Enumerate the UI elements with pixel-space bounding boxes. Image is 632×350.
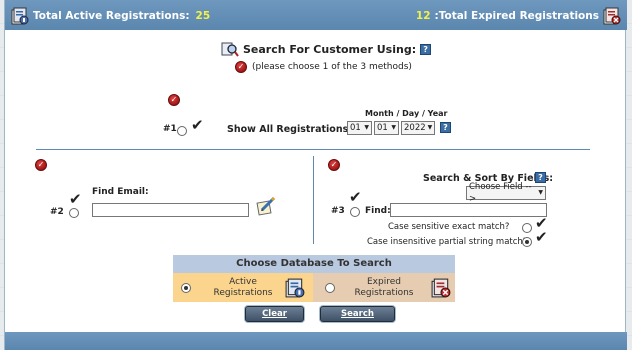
- method1-number: #1: [163, 124, 177, 134]
- method3-number: #3: [331, 206, 345, 216]
- year-value: 2022: [404, 123, 426, 133]
- month-select[interactable]: 01 ▼: [347, 121, 372, 135]
- method1-radio[interactable]: [177, 126, 187, 136]
- expired-registrations-summary: 12 :Total Expired Registrations: [416, 7, 621, 25]
- registrations-icon: [285, 278, 305, 298]
- checkmark-icon: ✔: [349, 188, 362, 206]
- active-registrations-count: 25: [195, 10, 211, 22]
- main-panel: Total Active Registrations: 25 12 :Total…: [4, 0, 627, 350]
- pen-paper-icon: [256, 196, 276, 216]
- help-icon[interactable]: ?: [440, 122, 451, 133]
- expired-registrations-count: 12: [415, 10, 431, 22]
- day-value: 01: [377, 123, 388, 133]
- month-value: 01: [350, 123, 361, 133]
- check-badge-icon: ✓: [35, 159, 47, 171]
- search-title: Search For Customer Using:: [243, 42, 417, 56]
- expired-registrations-icon: [603, 7, 621, 25]
- footer-bar: [5, 332, 627, 350]
- check-badge-icon: ✓: [168, 94, 180, 106]
- partial-match-label: Case insensitive partial string match?: [367, 237, 528, 247]
- field-select-value: Choose Field -->: [469, 182, 532, 204]
- registrations-icon: [11, 7, 29, 25]
- help-icon[interactable]: ?: [420, 43, 432, 55]
- database-active-line2: Registrations: [213, 288, 273, 298]
- checkmark-icon: ✔: [535, 228, 548, 246]
- check-badge-icon: ✓: [235, 61, 247, 73]
- chevron-down-icon: ▼: [427, 124, 433, 131]
- email-field[interactable]: [92, 203, 249, 217]
- search-icon: [221, 41, 239, 57]
- find-field[interactable]: [390, 203, 547, 217]
- partial-match-radio[interactable]: [522, 237, 532, 247]
- database-expired-option[interactable]: Expired Registrations: [313, 273, 455, 302]
- checkmark-icon: ✔: [191, 116, 204, 134]
- search-subtitle-row: ✓ (please choose 1 of the 3 methods): [235, 61, 412, 73]
- field-select[interactable]: Choose Field --> ▼: [466, 182, 546, 204]
- database-expired-line2: Registrations: [354, 288, 414, 298]
- chevron-down-icon: ▼: [391, 124, 396, 131]
- chevron-down-icon: ▼: [364, 124, 369, 131]
- checkmark-icon: ✔: [69, 190, 82, 208]
- vertical-divider: [313, 156, 314, 244]
- search-database-button[interactable]: Search Database: [320, 306, 395, 333]
- search-title-row: Search For Customer Using: ?: [221, 41, 432, 57]
- expired-registrations-icon: [431, 278, 451, 298]
- database-active-option[interactable]: Active Registrations: [173, 273, 313, 302]
- method2-radio[interactable]: [69, 208, 79, 218]
- horizontal-divider: [36, 149, 590, 150]
- header-bar: Total Active Registrations: 25 12 :Total…: [5, 0, 627, 30]
- active-registrations-label: Total Active Registrations:: [33, 10, 190, 22]
- chevron-down-icon: ▼: [538, 189, 543, 196]
- exact-match-label: Case sensitive exact match?: [388, 222, 510, 232]
- database-chooser-title: Choose Database To Search: [173, 255, 455, 273]
- method2-number: #2: [50, 207, 64, 217]
- day-select[interactable]: 01 ▼: [374, 121, 399, 135]
- method3-radio[interactable]: [350, 207, 360, 217]
- exact-match-radio[interactable]: [522, 223, 532, 233]
- search-subtitle: (please choose 1 of the 3 methods): [252, 62, 412, 72]
- date-header: Month / Day / Year: [365, 109, 448, 118]
- method3-find-label: Find:: [365, 206, 391, 216]
- check-badge-icon: ✓: [328, 159, 340, 171]
- year-select[interactable]: 2022 ▼: [401, 121, 435, 135]
- active-registrations-summary: Total Active Registrations: 25: [11, 7, 210, 25]
- method2-label: Find Email:: [92, 187, 149, 197]
- database-active-line1: Active: [229, 277, 257, 287]
- clear-search-button[interactable]: Clear Search: [245, 306, 304, 333]
- database-expired-line1: Expired: [367, 277, 401, 287]
- help-icon[interactable]: ?: [535, 172, 546, 183]
- expired-registrations-label: :Total Expired Registrations: [434, 10, 599, 22]
